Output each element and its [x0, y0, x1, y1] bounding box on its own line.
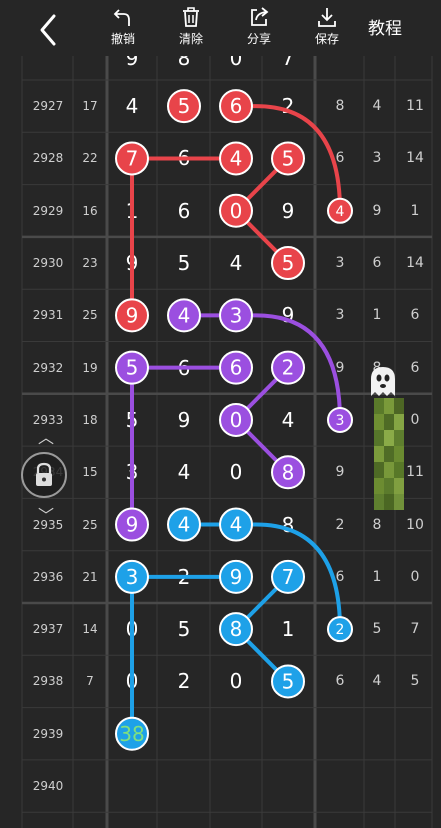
red-marker-label: 5: [282, 146, 295, 170]
purple-marker-label: 3: [230, 303, 243, 327]
red-marker-label: 6: [230, 94, 243, 118]
toolbar: 撤销 清除 分享 保存 教程: [0, 0, 441, 56]
blue-marker-label: 8: [230, 617, 243, 641]
blue-marker-label: 38: [119, 722, 144, 746]
undo-button[interactable]: 撤销: [95, 6, 151, 52]
blue-marker-label: 4: [178, 513, 191, 537]
purple-marker-label: 8: [282, 460, 295, 484]
red-marker-label: 0: [230, 199, 243, 223]
clear-button[interactable]: 清除: [163, 6, 219, 52]
purple-marker-label: 4: [178, 303, 191, 327]
back-button[interactable]: [30, 10, 70, 50]
red-marker-label: 9: [126, 303, 139, 327]
tutorial-button[interactable]: 教程: [368, 14, 402, 39]
clear-label: 清除: [178, 32, 203, 46]
undo-icon: [113, 9, 130, 26]
red-marker-label: 5: [178, 94, 191, 118]
blue-marker-label: 9: [230, 565, 243, 589]
pixelated-sticker: [374, 398, 404, 510]
save-button[interactable]: 保存: [299, 6, 355, 52]
save-label: 保存: [314, 32, 339, 46]
share-button[interactable]: 分享: [231, 6, 287, 52]
blue-marker-label: 5: [282, 669, 295, 693]
purple-marker-label: 6: [230, 356, 243, 380]
red-marker-label: 5: [282, 251, 295, 275]
lock-button[interactable]: [21, 452, 67, 498]
purple-marker-label: 9: [126, 513, 139, 537]
share-icon: [251, 7, 269, 26]
blue-marker-label: 3: [126, 565, 139, 589]
purple-marker-label: 2: [282, 356, 295, 380]
purple-marker-label: 5: [126, 356, 139, 380]
download-icon: [318, 8, 336, 27]
share-label: 分享: [246, 32, 271, 46]
ghost-emoji-icon: [371, 367, 395, 396]
chevron-left-icon: [40, 14, 56, 46]
undo-label: 撤销: [110, 32, 135, 46]
purple-marker-label: 0: [230, 408, 243, 432]
blue-marker-label: 2: [336, 622, 345, 638]
blue-marker-label: 4: [230, 513, 243, 537]
red-marker-label: 7: [126, 146, 139, 170]
trash-icon: [183, 7, 199, 27]
lock-icon: [36, 462, 52, 486]
red-marker-label: 4: [230, 146, 243, 170]
chevron-down-icon[interactable]: ﹀: [38, 502, 54, 526]
purple-marker-label: 3: [336, 413, 345, 429]
red-marker-label: 4: [336, 204, 345, 220]
blue-marker-label: 7: [282, 565, 295, 589]
chevron-up-icon[interactable]: ︿: [38, 424, 54, 448]
